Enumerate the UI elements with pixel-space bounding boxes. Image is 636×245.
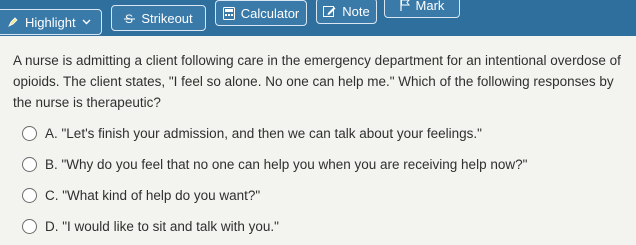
strikeout-label: Strikeout [141, 10, 193, 26]
note-button[interactable]: Note [316, 0, 377, 24]
option-b[interactable]: B. "Why do you feel that no one can help… [22, 149, 622, 180]
option-d[interactable]: D. "I would like to sit and talk with yo… [22, 211, 622, 242]
radio-d[interactable] [22, 219, 37, 234]
mark-button[interactable]: Mark [384, 0, 460, 18]
chevron-down-icon[interactable] [82, 19, 91, 25]
option-a[interactable]: A. "Let's finish your admission, and the… [22, 118, 622, 149]
highlight-label: Highlight [25, 14, 76, 30]
calculator-button[interactable]: Calculator [215, 0, 307, 26]
option-b-text: B. "Why do you feel that no one can help… [45, 157, 528, 172]
radio-a[interactable] [22, 126, 37, 141]
option-d-text: D. "I would like to sit and talk with yo… [45, 219, 279, 234]
mark-label: Mark [415, 0, 445, 13]
radio-b[interactable] [22, 157, 37, 172]
strikeout-icon: S [124, 12, 136, 25]
flag-icon [399, 0, 410, 11]
note-icon [323, 5, 336, 17]
note-label: Note [342, 3, 370, 19]
question-stem: A nurse is admitting a client following … [13, 53, 621, 110]
answer-options: A. "Let's finish your admission, and the… [22, 118, 622, 242]
annotation-toolbar: Highlight S Strikeout Calculator Note Ma… [0, 0, 636, 36]
highlighter-icon [7, 16, 19, 28]
calculator-label: Calculator [240, 5, 300, 21]
option-a-text: A. "Let's finish your admission, and the… [45, 126, 482, 141]
option-c[interactable]: C. "What kind of help do you want?" [22, 180, 622, 211]
calculator-icon [222, 6, 235, 20]
strikeout-button[interactable]: S Strikeout [111, 5, 206, 31]
radio-c[interactable] [22, 188, 37, 203]
highlight-button[interactable]: Highlight [0, 9, 102, 35]
option-c-text: C. "What kind of help do you want?" [45, 188, 261, 203]
